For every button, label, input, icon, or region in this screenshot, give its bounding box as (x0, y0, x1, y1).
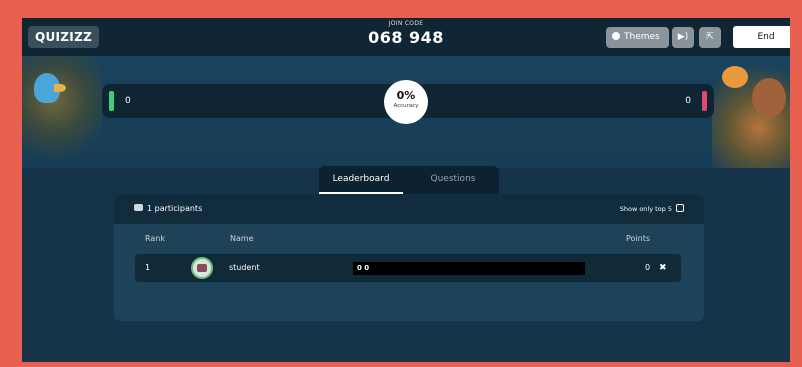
accuracy-percent: 0% (396, 89, 416, 102)
show-top-toggle[interactable]: Show only top 5 (620, 194, 684, 224)
quiz-host-screen: QUIZIZZ JOIN CODE 068 948 Themes ▶) ⇱ En… (22, 18, 790, 362)
fullscreen-button[interactable]: ⇱ (699, 27, 721, 48)
report-tabs: Leaderboard Questions (319, 166, 499, 194)
show-top-checkbox[interactable] (676, 204, 684, 212)
end-button[interactable]: End (733, 26, 790, 48)
accuracy-label: Accuracy (393, 103, 419, 109)
join-code-label: JOIN CODE (388, 20, 424, 27)
sound-button[interactable]: ▶) (672, 27, 694, 48)
palette-icon (612, 32, 620, 40)
leaderboard-header: 1 participants Show only top 5 (114, 194, 704, 224)
accuracy-badge: 0% Accuracy (384, 80, 428, 124)
row-points: 0 (645, 263, 651, 272)
correct-indicator (109, 91, 114, 111)
avatar (191, 257, 213, 279)
volume-icon: ▶) (677, 32, 689, 42)
row-progress-value: 0 0 (357, 264, 370, 272)
show-top-label: Show only top 5 (619, 205, 672, 213)
row-name: student (229, 263, 260, 272)
join-code-value: 068 948 (368, 28, 444, 47)
column-name: Name (230, 234, 254, 243)
parrot-beak-illustration (54, 84, 66, 92)
join-code-block: JOIN CODE 068 948 (356, 20, 456, 47)
close-icon[interactable]: ✖ (659, 254, 667, 282)
column-points: Points (626, 234, 651, 243)
participants-text: 1 participants (147, 204, 203, 213)
tab-questions[interactable]: Questions (413, 166, 493, 194)
incorrect-count: 0 (685, 96, 691, 106)
themes-button[interactable]: Themes (606, 27, 669, 48)
row-rank: 1 (145, 263, 151, 272)
correct-count: 0 (125, 96, 131, 106)
table-row[interactable]: 1 student 0 0 0 ✖ (135, 254, 681, 282)
quizizz-logo: QUIZIZZ (28, 26, 100, 48)
fullscreen-icon: ⇱ (706, 32, 714, 42)
monkey-illustration (752, 78, 786, 118)
themes-label: Themes (624, 32, 660, 42)
participants-count: 1 participants (134, 194, 202, 224)
top-bar: QUIZIZZ JOIN CODE 068 948 Themes ▶) ⇱ En… (22, 18, 790, 56)
fruit-illustration (722, 66, 748, 88)
row-progress-bar: 0 0 (353, 262, 585, 275)
incorrect-indicator (702, 91, 707, 111)
column-rank: Rank (145, 234, 165, 243)
tab-leaderboard[interactable]: Leaderboard (319, 166, 403, 194)
participants-icon (134, 204, 143, 211)
leaderboard-card: 1 participants Show only top 5 Rank Name… (114, 194, 704, 321)
jungle-decoration-left (22, 56, 102, 166)
